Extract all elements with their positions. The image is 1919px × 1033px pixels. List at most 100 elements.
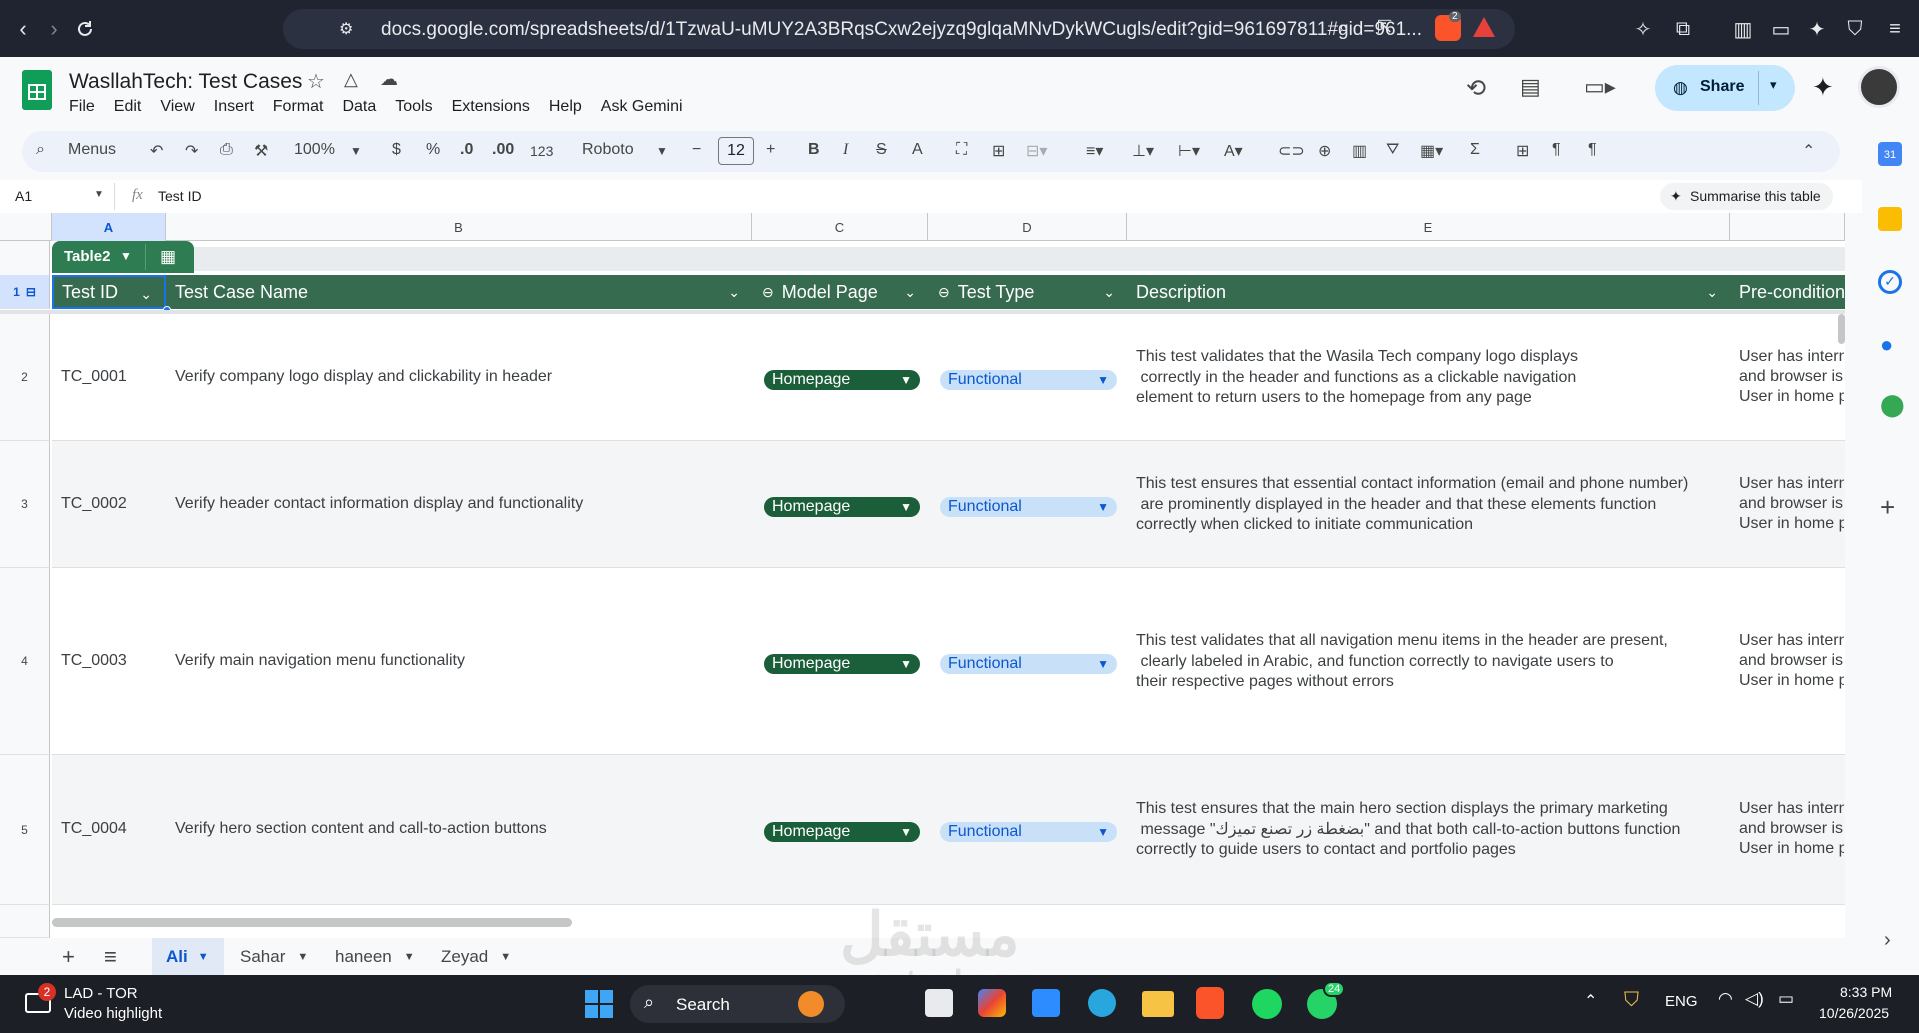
text-rotation-icon[interactable]: A▾ — [1224, 141, 1243, 161]
decrease-decimal-button[interactable]: .0 — [460, 141, 473, 159]
keep-icon[interactable] — [1878, 207, 1902, 231]
cell-test-case-name[interactable]: Verify header contact information displa… — [175, 495, 583, 513]
description-dropdown-icon[interactable]: ⌄ — [1706, 284, 1718, 301]
task-view-icon[interactable] — [925, 989, 953, 1017]
tasks-icon[interactable]: ✓ — [1878, 270, 1902, 294]
column-header-a[interactable]: A — [52, 213, 166, 241]
row-header-6[interactable] — [0, 905, 50, 938]
vertical-scrollbar[interactable] — [1838, 314, 1845, 344]
cell-test-type-chip[interactable]: Functional ▼ — [940, 497, 1117, 517]
cell-model-page-chip[interactable]: Homepage ▼ — [764, 370, 920, 390]
vertical-align-icon[interactable]: ⊥▾ — [1132, 141, 1154, 161]
doc-title[interactable]: WasllahTech: Test Cases — [69, 70, 302, 94]
brave-shield-icon[interactable]: 2 — [1435, 11, 1461, 41]
increase-decimal-button[interactable]: .00 — [492, 141, 514, 159]
battery-icon[interactable]: ▭ — [1778, 989, 1794, 1009]
row-group-icon[interactable]: ⊟ — [26, 285, 36, 299]
table-menu-icon[interactable]: ▼ — [120, 249, 132, 263]
tab-menu-icon[interactable]: ▼ — [198, 951, 209, 963]
cell-model-page-chip[interactable]: Homepage ▼ — [764, 822, 920, 842]
contacts-icon[interactable]: ● — [1880, 332, 1893, 358]
whatsapp-icon[interactable]: 24 — [1307, 981, 1346, 1019]
widget-title[interactable]: LAD - TOR — [64, 985, 138, 1002]
menu-file[interactable]: File — [69, 98, 95, 116]
search-menus-input[interactable]: Menus — [68, 141, 116, 159]
cell-test-type-chip[interactable]: Functional ▼ — [940, 654, 1117, 674]
meet-icon[interactable]: ▭▸ — [1584, 74, 1616, 100]
header-test-type[interactable]: ⊖ Test Type ⌄ — [928, 275, 1127, 309]
fill-color-icon[interactable]: ⛶ — [956, 141, 967, 159]
print-icon[interactable]: ⎙ — [220, 141, 233, 159]
cell-test-id[interactable]: TC_0003 — [61, 652, 127, 670]
browser-menu-icon[interactable]: ≡ — [1880, 14, 1910, 44]
filter-views-icon[interactable]: ▦▾ — [1420, 141, 1443, 161]
leo-ai-icon[interactable]: ✦ — [1802, 14, 1832, 44]
reload-icon[interactable] — [68, 12, 102, 46]
menu-edit[interactable]: Edit — [114, 98, 142, 116]
header-test-id[interactable]: Test ID ⌄ — [52, 275, 166, 309]
tab-menu-icon[interactable]: ▼ — [297, 951, 308, 963]
cell-test-case-name[interactable]: Verify company logo display and clickabi… — [175, 368, 552, 386]
insert-comment-icon[interactable]: ⊕ — [1318, 141, 1331, 161]
brave-rewards-icon[interactable] — [1473, 17, 1495, 37]
cell-description[interactable]: This test validates that all navigation … — [1136, 631, 1668, 693]
star-icon[interactable]: ☆ — [307, 69, 325, 94]
header-model-page[interactable]: ⊖ Model Page ⌄ — [752, 275, 928, 309]
row-header-2[interactable]: 2 — [0, 314, 50, 441]
font-select[interactable]: Roboto — [582, 141, 634, 159]
column-header-d[interactable]: D — [928, 213, 1127, 241]
paint-format-icon[interactable]: ⚒ — [254, 141, 268, 161]
menu-view[interactable]: View — [160, 98, 194, 116]
sheet-tab-zeyad[interactable]: Zeyad ▼ — [441, 938, 511, 975]
header-test-case-name[interactable]: Test Case Name ⌄ — [166, 275, 752, 309]
cell-test-id[interactable]: TC_0001 — [61, 368, 127, 386]
text-color-button[interactable]: A — [912, 141, 923, 159]
font-size-increase-icon[interactable]: + — [766, 141, 775, 159]
wallet-icon[interactable]: ▭ — [1766, 14, 1796, 44]
test-id-dropdown-icon[interactable]: ⌄ — [140, 286, 152, 303]
search-menus-icon[interactable]: ⌕ — [36, 141, 45, 159]
test-case-name-dropdown-icon[interactable]: ⌄ — [728, 284, 740, 301]
cell-test-type-chip[interactable]: Functional ▼ — [940, 370, 1117, 390]
sheet-tab-ali[interactable]: Ali ▼ — [152, 938, 224, 975]
zoom-select[interactable]: 100% — [294, 141, 335, 159]
summarise-table-button[interactable]: ✦ Summarise this table — [1660, 183, 1833, 210]
cell-model-page-chip[interactable]: Homepage ▼ — [764, 654, 920, 674]
clock-date[interactable]: 10/26/2025 — [1819, 1005, 1889, 1021]
spotify-icon[interactable] — [1252, 989, 1282, 1019]
calendar-icon[interactable]: 31 — [1878, 142, 1902, 166]
row-header-3[interactable]: 3 — [0, 441, 50, 568]
column-header-f[interactable] — [1730, 213, 1845, 241]
menu-data[interactable]: Data — [342, 98, 376, 116]
extensions-icon[interactable]: ✧ — [1628, 14, 1658, 44]
sheet-tab-haneen[interactable]: haneen ▼ — [335, 938, 415, 975]
telegram-icon[interactable] — [1088, 989, 1116, 1017]
share-button[interactable]: ◍ Share ▾ — [1655, 65, 1795, 111]
share-page-icon[interactable]: ⇱ — [1377, 17, 1392, 38]
taskbar-search[interactable]: ⌕ Search — [630, 985, 845, 1023]
table-view-icon[interactable]: ▦ — [160, 247, 176, 267]
zoom-dropdown-icon[interactable]: ▼ — [350, 144, 362, 158]
menu-insert[interactable]: Insert — [214, 98, 254, 116]
column-header-e[interactable]: E — [1127, 213, 1730, 241]
address-bar[interactable]: ⚙ docs.google.com/spreadsheets/d/1TzwaU-… — [283, 9, 1515, 49]
cell-pre-condition[interactable]: User has intern and browser is User in hom… — [1739, 799, 1844, 859]
volume-icon[interactable]: ◁) — [1745, 989, 1764, 1009]
rtl-icon[interactable]: ¶ — [1588, 141, 1597, 159]
cell-description[interactable]: This test validates that the Wasila Tech… — [1136, 347, 1578, 409]
cell-test-case-name[interactable]: Verify hero section content and call-to-… — [175, 820, 547, 838]
name-box[interactable]: A1 — [15, 188, 32, 204]
cell-pre-condition[interactable]: User has intern and browser is User in hom… — [1739, 631, 1844, 691]
app-icon[interactable] — [1032, 989, 1060, 1017]
font-dropdown-icon[interactable]: ▼ — [656, 144, 668, 158]
cell-pre-condition[interactable]: User has intern and browser is User in hom… — [1739, 347, 1844, 407]
ltr-icon[interactable]: ¶ — [1552, 141, 1561, 159]
tab-menu-icon[interactable]: ▼ — [404, 951, 415, 963]
version-history-icon[interactable]: ⟲ — [1466, 74, 1486, 103]
align-icon[interactable]: ≡▾ — [1086, 141, 1103, 161]
cell-description[interactable]: This test ensures that essential contact… — [1136, 474, 1688, 536]
menu-tools[interactable]: Tools — [395, 98, 432, 116]
security-icon[interactable]: ⛉ — [1624, 989, 1639, 1012]
tab-search-icon[interactable]: ⧉ — [1668, 14, 1698, 44]
header-description[interactable]: Description ⌄ — [1127, 275, 1730, 309]
